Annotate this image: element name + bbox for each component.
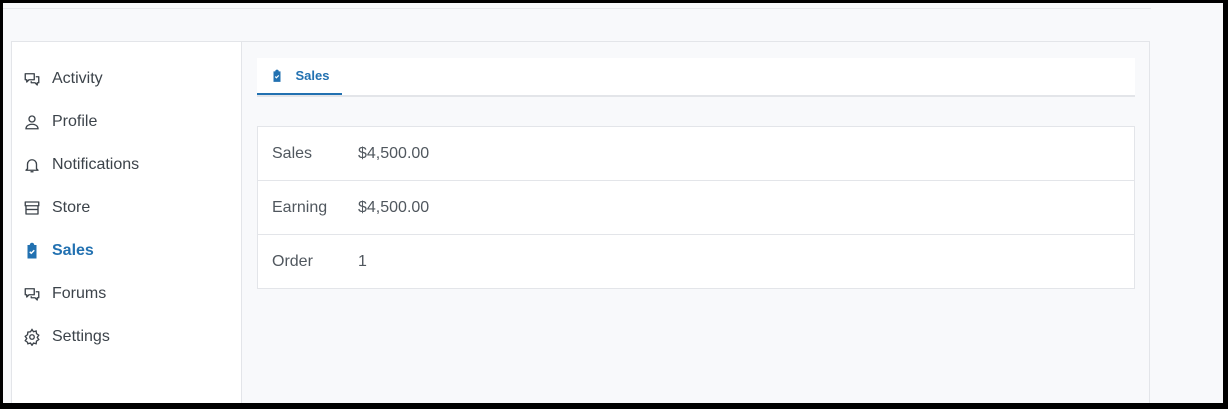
sidebar-item-label: Activity <box>52 70 103 87</box>
table-row: Order 1 <box>258 235 1134 288</box>
sidebar-item-label: Forums <box>52 285 107 302</box>
sidebar-item-label: Sales <box>52 242 94 259</box>
sidebar-item-forums[interactable]: Forums <box>22 279 106 309</box>
stat-label: Order <box>272 252 313 270</box>
top-divider <box>3 3 1151 9</box>
chat-bubbles-icon <box>22 284 42 304</box>
main-content: Sales Sales $4,500.00 Earning $4,500.00 … <box>242 42 1149 403</box>
chat-bubbles-icon <box>22 69 42 89</box>
tab-sales[interactable]: Sales <box>257 58 342 95</box>
tab-label: Sales <box>295 68 330 83</box>
sidebar-item-activity[interactable]: Activity <box>22 64 103 94</box>
sidebar-item-label: Store <box>52 199 91 216</box>
stat-value: 1 <box>358 252 367 270</box>
bell-icon <box>22 155 42 175</box>
user-icon <box>22 112 42 132</box>
stat-label: Sales <box>272 144 313 162</box>
tab-bar: Sales <box>257 58 1135 97</box>
sidebar-item-label: Profile <box>52 113 98 130</box>
table-row: Sales $4,500.00 <box>258 127 1134 181</box>
store-icon <box>22 198 42 218</box>
clipboard-check-icon <box>270 69 284 83</box>
content-panel: Activity Profile Notifications Store Sal… <box>11 41 1150 403</box>
sidebar-item-store[interactable]: Store <box>22 193 90 223</box>
sidebar-item-notifications[interactable]: Notifications <box>22 150 139 180</box>
sidebar-item-label: Settings <box>52 328 110 345</box>
sidebar: Activity Profile Notifications Store Sal… <box>12 42 242 403</box>
clipboard-check-icon <box>22 241 42 261</box>
sidebar-item-profile[interactable]: Profile <box>22 107 97 137</box>
app-frame: Activity Profile Notifications Store Sal… <box>3 3 1223 403</box>
table-row: Earning $4,500.00 <box>258 181 1134 235</box>
sidebar-item-label: Notifications <box>52 156 140 173</box>
stat-value: $4,500.00 <box>358 144 430 162</box>
stat-label: Earning <box>272 198 328 216</box>
gear-icon <box>22 327 42 347</box>
sidebar-item-settings[interactable]: Settings <box>22 322 110 352</box>
sales-stats-table: Sales $4,500.00 Earning $4,500.00 Order … <box>257 126 1135 289</box>
sidebar-item-sales[interactable]: Sales <box>22 236 94 266</box>
stat-value: $4,500.00 <box>358 198 430 216</box>
